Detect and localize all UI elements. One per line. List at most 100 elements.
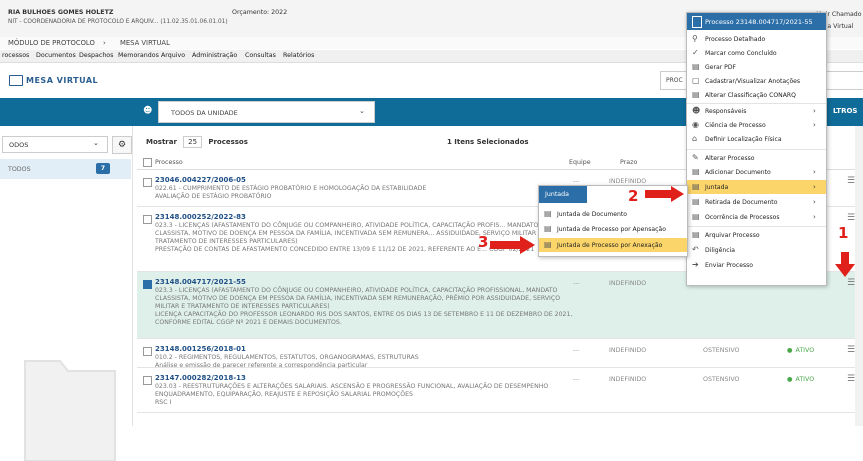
submenu-item-label: Juntada de Documento	[557, 211, 628, 218]
search-icon: ⚲	[692, 34, 698, 43]
menu-item-responsaveis[interactable]: ☻ Responsáveis ›	[687, 104, 826, 118]
chevron-down-icon: ⌄	[359, 107, 365, 115]
doc-icon: ▤	[692, 197, 700, 206]
menu-documentos[interactable]: Documentos	[36, 52, 76, 59]
doc-icon: ▤	[544, 224, 552, 233]
table-row[interactable]: 23148.001256/2018-01 010.2 - REGIMENTOS,…	[137, 339, 863, 369]
process-prazo: INDEFINIDO	[609, 376, 647, 383]
row-menu-icon[interactable]: ☰	[847, 213, 855, 223]
chevron-down-icon: ⌄	[93, 139, 99, 147]
menu-item-retirada[interactable]: ▤ Retirada de Documento ›	[687, 195, 826, 209]
table-row[interactable]: 23147.000282/2018-13 023.03 - REESTRUTUR…	[137, 368, 863, 413]
process-number[interactable]: 23148.004717/2021-55	[155, 278, 246, 286]
menu-item-label: Processo Detalhado	[705, 36, 766, 43]
context-menu-header: Processo 23148.004717/2021-55	[687, 13, 826, 30]
row-menu-icon[interactable]: ☰	[847, 345, 855, 355]
chevron-right-icon: ›	[813, 121, 816, 129]
send-icon: ➔	[692, 260, 699, 269]
menu-separator	[687, 226, 826, 227]
process-equipe: ---	[573, 280, 580, 287]
menu-item-conarq[interactable]: ▤ Alterar Classificação CONARQ	[687, 88, 826, 102]
process-number[interactable]: 23148.001256/2018-01	[155, 345, 246, 353]
processo-select-label: PROC	[666, 77, 683, 84]
menu-item-label: Definir Localização Física	[705, 136, 782, 143]
menu-item-alterar-processo[interactable]: ✎ Alterar Processo	[687, 151, 826, 165]
process-prazo: INDEFINIDO	[609, 280, 647, 287]
process-number[interactable]: 23147.000282/2018-13	[155, 374, 246, 382]
breadcrumb-separator: ›	[103, 39, 106, 47]
menu-item-diligencia[interactable]: ↶ Diligência	[687, 243, 826, 257]
submenu-item-apensacao[interactable]: ▤ Juntada de Processo por Apensação	[539, 222, 687, 236]
doc-icon: ▤	[544, 209, 552, 218]
row-menu-icon[interactable]: ☰	[847, 176, 855, 186]
gear-icon[interactable]: ⚙	[112, 136, 132, 154]
process-number[interactable]: 23046.004227/2006-05	[155, 176, 246, 184]
person-icon: ☻	[143, 106, 153, 116]
row-checkbox-checked[interactable]	[143, 280, 152, 289]
row-checkbox[interactable]	[143, 178, 152, 187]
menu-item-marcar-concluido[interactable]: ✓ Marcar como Concluído	[687, 46, 826, 60]
chevron-right-icon: ›	[813, 107, 816, 115]
unit-select-value: TODOS DA UNIDADE	[171, 109, 238, 117]
breadcrumb-current: Mesa Virtual	[120, 39, 170, 47]
menu-item-arquivar[interactable]: ▤ Arquivar Processo	[687, 228, 826, 242]
menu-item-ocorrencia[interactable]: ▤ Ocorrência de Processos ›	[687, 210, 826, 224]
arrow-down-annotation	[835, 252, 855, 277]
menu-processos[interactable]: rocessos	[2, 52, 29, 59]
menu-separator	[687, 149, 826, 150]
archive-icon: ▤	[692, 230, 700, 239]
menu-item-ciencia[interactable]: ◉ Ciência de Processo ›	[687, 118, 826, 132]
context-menu: Processo 23148.004717/2021-55 ⚲ Processo …	[686, 12, 827, 286]
submenu-item-juntada-documento[interactable]: ▤ Juntada de Documento	[539, 207, 687, 221]
monitor-icon	[9, 75, 23, 86]
submenu-item-anexacao[interactable]: ▤ Juntada de Processo por Anexação	[539, 238, 687, 252]
menu-item-enviar[interactable]: ➔ Enviar Processo	[687, 258, 826, 272]
todos-select[interactable]: ODOS ⌄	[2, 136, 108, 153]
menu-item-localizacao[interactable]: ⌂ Definir Localização Física	[687, 132, 826, 146]
menu-item-label: Cadastrar/Visualizar Anotações	[705, 78, 801, 85]
menu-item-anotacoes[interactable]: ▢ Cadastrar/Visualizar Anotações	[687, 74, 826, 88]
annotation-number-2: 2	[628, 187, 639, 205]
menu-consultas[interactable]: Consultas	[245, 52, 276, 59]
row-menu-icon[interactable]: ☰	[847, 374, 855, 384]
sidebar-item-todos[interactable]: TODOS 7	[0, 159, 131, 179]
row-checkbox[interactable]	[143, 347, 152, 356]
arrow-right-annotation	[490, 236, 535, 254]
row-checkbox[interactable]	[143, 376, 152, 385]
menu-item-gerar-pdf[interactable]: ▤ Gerar PDF	[687, 60, 826, 74]
menu-administracao[interactable]: Administração	[192, 52, 237, 59]
process-equipe: ---	[573, 347, 580, 354]
count-badge: 7	[96, 163, 110, 174]
note-icon: ▢	[692, 76, 700, 85]
unit-select[interactable]: TODOS DA UNIDADE ⌄	[158, 101, 375, 123]
col-prazo[interactable]: Prazo	[620, 159, 637, 166]
process-equipe: ---	[573, 376, 580, 383]
menu-item-adicionar-documento[interactable]: ▤ Adicionar Documento ›	[687, 165, 826, 179]
row-checkbox[interactable]	[143, 215, 152, 224]
breadcrumb-module[interactable]: Módulo de Protocolo	[8, 39, 95, 47]
vertical-scrollbar[interactable]	[855, 126, 863, 426]
menu-item-label: Ciência de Processo	[705, 122, 766, 129]
process-number[interactable]: 23148.000252/2022-83	[155, 213, 246, 221]
annotation-number-1: 1	[838, 224, 849, 242]
filtros-button[interactable]: LTROS	[833, 107, 857, 115]
menu-item-juntada[interactable]: ▤ Juntada ›	[687, 180, 826, 194]
process-prazo: INDEFINIDO	[609, 178, 647, 185]
menu-despachos[interactable]: Despachos	[79, 52, 113, 59]
mostrar-select[interactable]: 25	[183, 136, 203, 148]
menu-item-processo-detalhado[interactable]: ⚲ Processo Detalhado	[687, 32, 826, 46]
user-name: RIA BULHOES GOMES HOLETZ	[8, 9, 114, 16]
doc-icon: ▤	[692, 182, 700, 191]
mostrar-label: Mostrar	[146, 138, 177, 146]
menu-item-label: Ocorrência de Processos	[705, 214, 780, 221]
select-all-checkbox[interactable]	[143, 158, 152, 167]
menu-arquivo[interactable]: Arquivo	[161, 52, 185, 59]
doc-icon: ▤	[692, 212, 700, 221]
menu-relatorios[interactable]: Relatórios	[283, 52, 314, 59]
submenu-item-label: Juntada de Processo por Anexação	[557, 242, 663, 249]
menu-memorandos[interactable]: Memorandos	[118, 52, 159, 59]
process-description: 023.3 - LICENÇAS (AFASTAMENTO DO CÔNJUGE…	[155, 287, 573, 326]
col-processo[interactable]: Processo	[155, 159, 183, 166]
row-menu-icon[interactable]: ☰	[847, 278, 855, 288]
col-equipe[interactable]: Equipe	[569, 159, 591, 166]
